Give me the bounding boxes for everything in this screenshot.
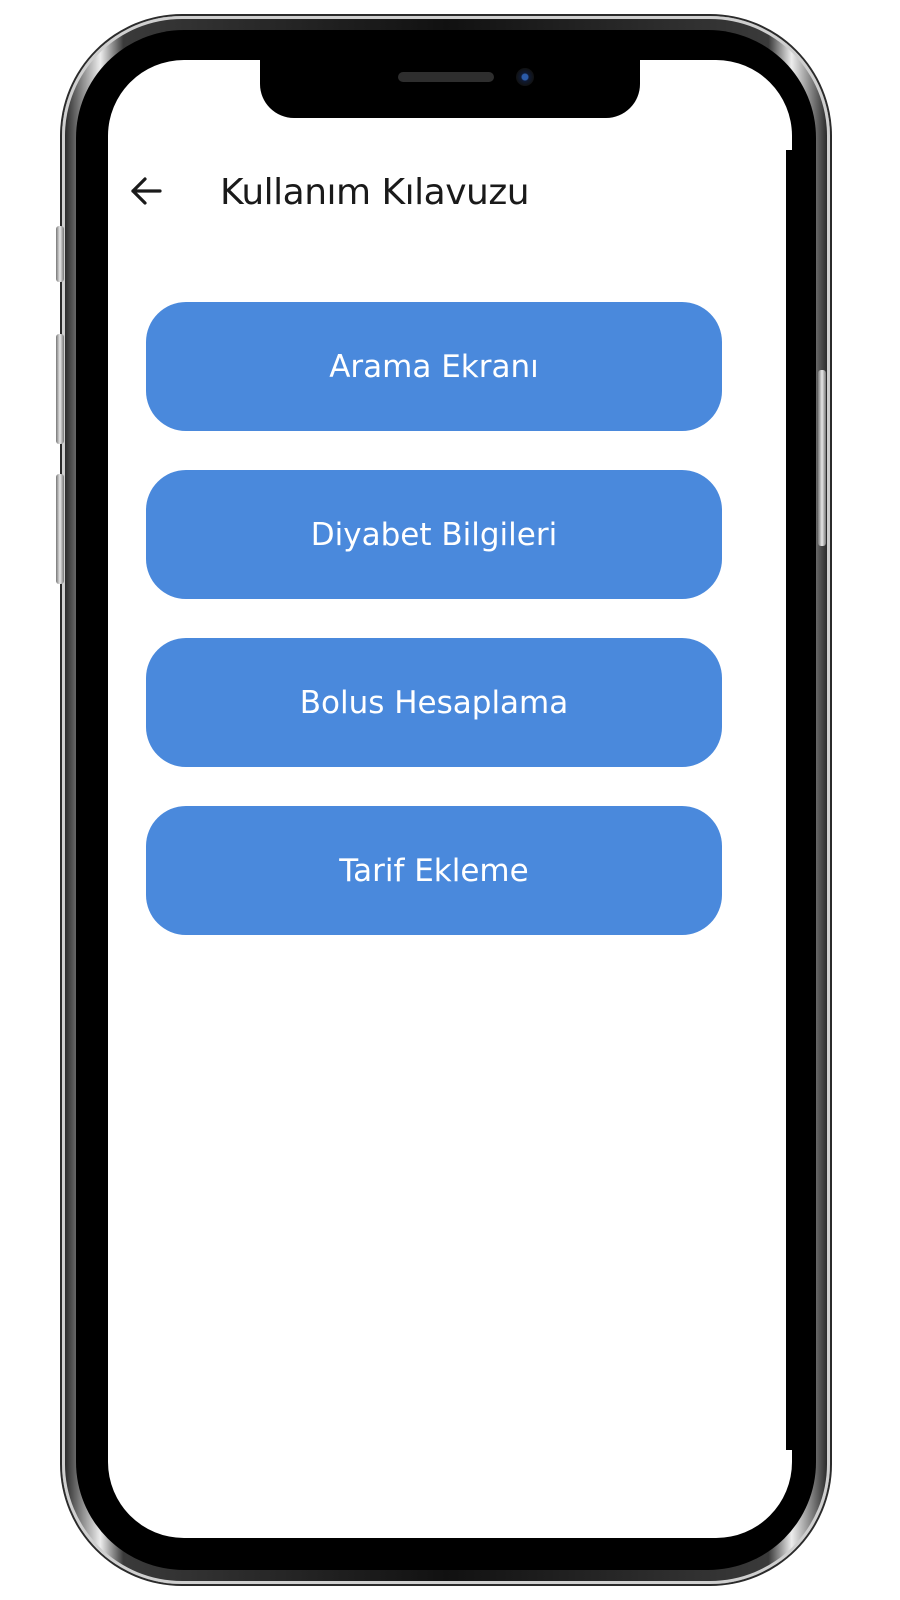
power-button [818,370,826,546]
volume-up-button [56,334,64,444]
search-screen-button[interactable]: Arama Ekranı [146,302,722,431]
arrow-left-icon [129,174,163,212]
bolus-calculation-button[interactable]: Bolus Hesaplama [146,638,722,767]
page-title: Kullanım Kılavuzu [220,172,530,213]
back-button[interactable] [124,170,168,216]
diabetes-info-button[interactable]: Diyabet Bilgileri [146,470,722,599]
notch [260,60,640,118]
speaker-grille [398,72,494,82]
phone-screen: Kullanım Kılavuzu Arama Ekranı Diyabet B… [108,60,792,1538]
app-header: Kullanım Kılavuzu [108,170,792,216]
screen-edge [786,150,792,1450]
stage: Kullanım Kılavuzu Arama Ekranı Diyabet B… [0,0,900,1600]
front-camera [516,68,534,86]
guide-menu: Arama Ekranı Diyabet Bilgileri Bolus Hes… [146,302,722,974]
add-recipe-button[interactable]: Tarif Ekleme [146,806,722,935]
mute-switch [56,226,64,282]
volume-down-button [56,474,64,584]
